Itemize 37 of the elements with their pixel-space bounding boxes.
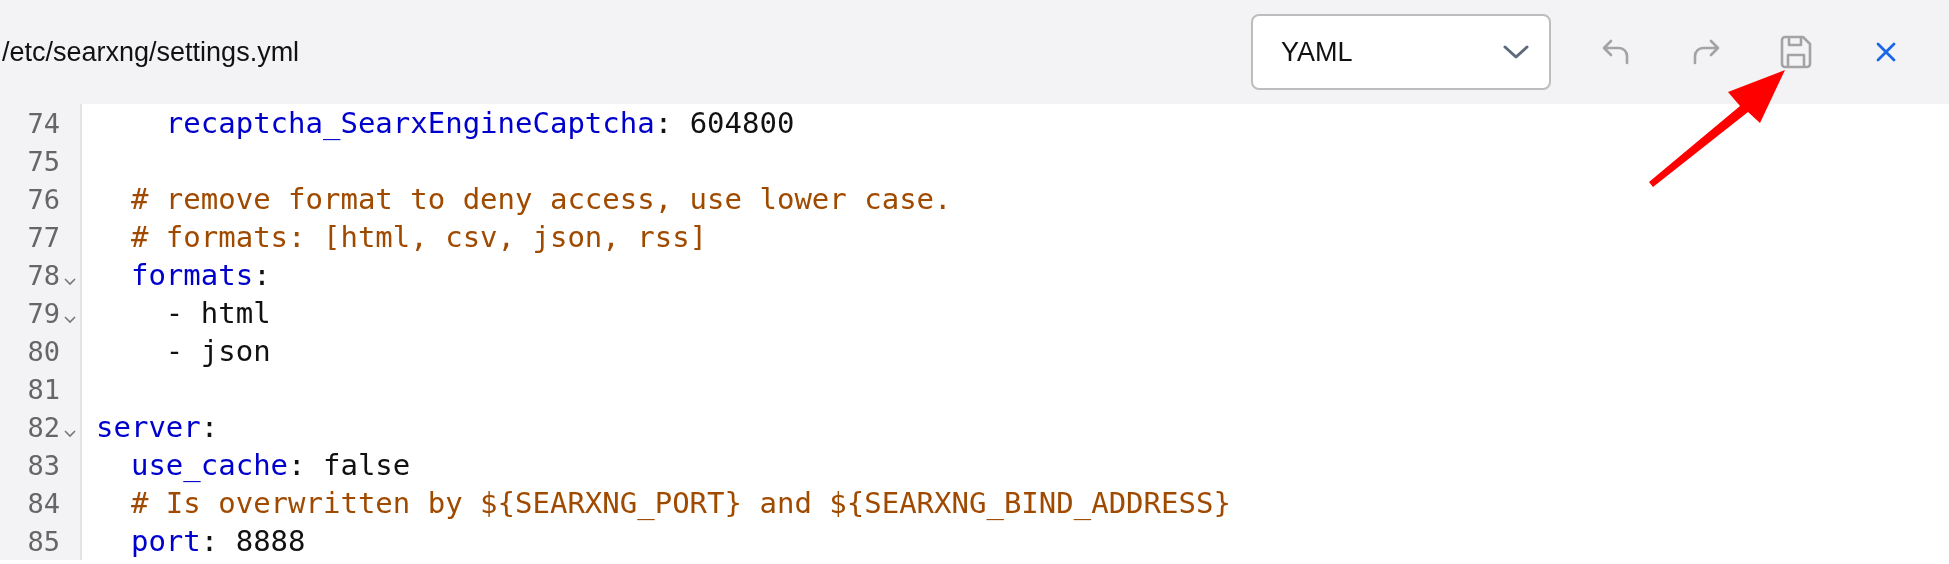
yaml-colon: :: [200, 524, 220, 558]
yaml-value: false: [323, 448, 411, 482]
code-comment: # Is overwritten by ${SEARXNG_PORT} and ${SEARXNG_BIND_ADDRESS}: [129, 486, 1231, 520]
yaml-colon: :: [288, 448, 307, 482]
code-comment: # formats: [html, csv, json, rss]: [129, 220, 708, 254]
line-number: 76: [27, 183, 60, 215]
yaml-key: recaptcha_SearxEngineCaptcha: [96, 106, 655, 140]
file-path: /etc/searxng/settings.yml: [1, 36, 300, 68]
chevron-down-icon: [1503, 44, 1529, 60]
yaml-colon: :: [200, 410, 219, 444]
line-number: 85: [27, 525, 60, 557]
yaml-colon: :: [654, 106, 674, 140]
line-number: 80: [27, 335, 60, 367]
line-number: 84: [27, 487, 60, 519]
fold-caret-icon[interactable]: [64, 316, 76, 324]
yaml-value: 8888: [235, 524, 306, 558]
yaml-value: 604800: [689, 106, 795, 140]
line-number: 75: [27, 145, 60, 177]
code-comment: # remove format to deny access, use lower case.: [129, 182, 952, 216]
line-number: 81: [27, 373, 60, 405]
language-select[interactable]: YAML: [1251, 14, 1551, 90]
yaml-value: - html: [164, 296, 271, 330]
yaml-key: port: [96, 524, 201, 558]
yaml-key: use_cache: [96, 448, 289, 482]
line-number: 77: [27, 221, 60, 253]
yaml-value: - json: [164, 334, 271, 368]
fold-caret-icon[interactable]: [64, 278, 76, 286]
line-number: 74: [27, 107, 60, 139]
line-number: 78: [27, 259, 60, 291]
fold-caret-icon[interactable]: [64, 430, 76, 438]
close-icon: [1874, 40, 1898, 64]
line-number: 83: [27, 449, 60, 481]
line-number: 82: [27, 411, 60, 443]
yaml-key: formats: [96, 258, 254, 292]
line-number: 79: [27, 297, 60, 329]
yaml-colon: :: [253, 258, 271, 292]
yaml-key: server: [96, 410, 201, 444]
